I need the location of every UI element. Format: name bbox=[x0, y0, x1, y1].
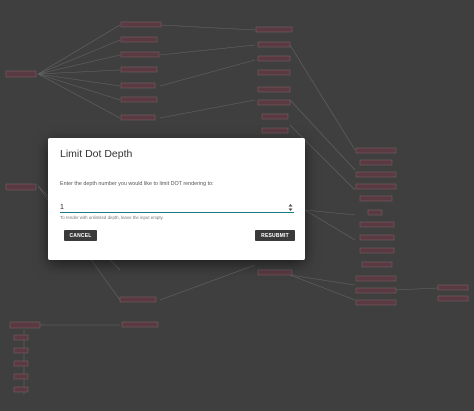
resubmit-button[interactable]: RESUBMIT bbox=[255, 230, 295, 241]
depth-prompt-label: Enter the depth number you would like to… bbox=[60, 181, 214, 187]
depth-field bbox=[60, 202, 294, 213]
depth-helper-text: To render with unlimited depth, leave th… bbox=[60, 215, 164, 220]
cancel-button[interactable]: CANCEL bbox=[64, 230, 97, 241]
number-stepper-icon[interactable] bbox=[287, 202, 293, 212]
limit-dot-depth-dialog: Limit Dot Depth Enter the depth number y… bbox=[48, 138, 305, 260]
dialog-title: Limit Dot Depth bbox=[60, 148, 133, 160]
depth-input[interactable] bbox=[60, 202, 280, 212]
